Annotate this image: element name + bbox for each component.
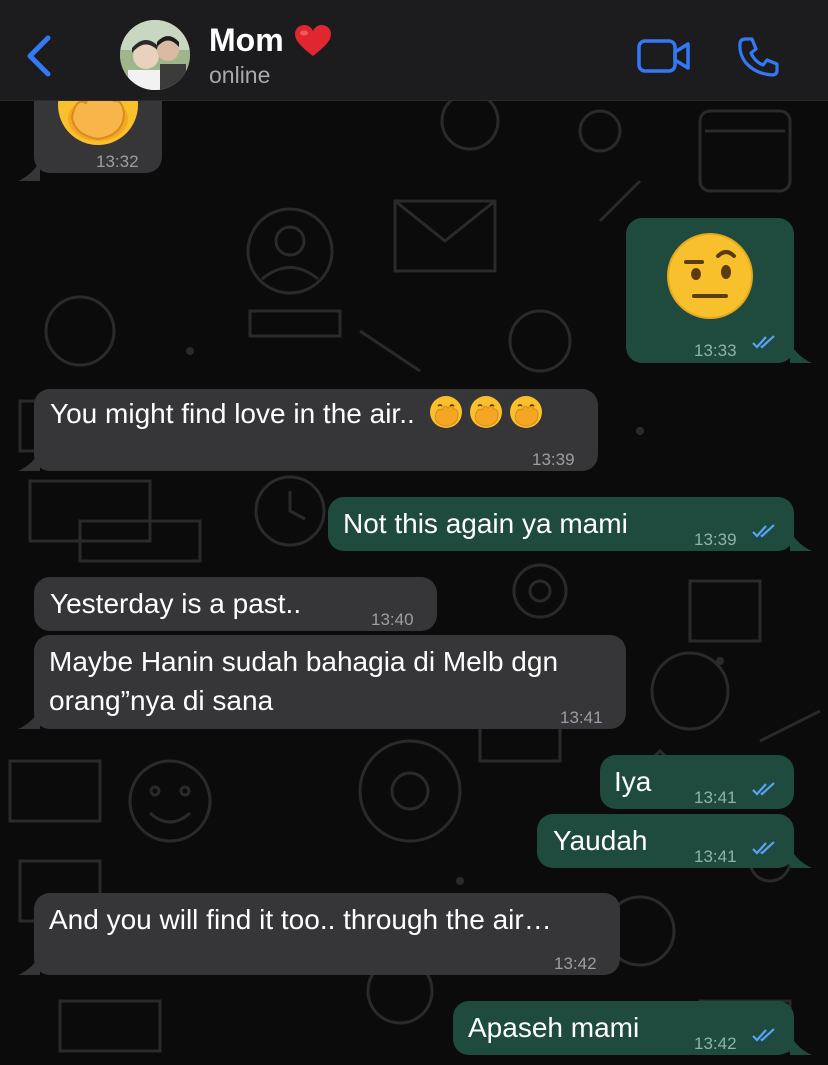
hand-over-mouth-emoji: [469, 396, 502, 428]
bubble-tail: [790, 848, 812, 868]
bubble-tail: [18, 709, 40, 729]
message-bubble-outgoing[interactable]: Not this again ya mami 13:39: [328, 497, 794, 551]
contact-name[interactable]: Mom: [209, 22, 284, 59]
message-text: Iya: [614, 766, 652, 797]
bubble-tail: [790, 343, 812, 363]
message-text: Not this again ya mami: [343, 508, 628, 539]
message-bubble-outgoing[interactable]: Iya 13:41: [600, 755, 794, 809]
message-text: Yesterday is a past..: [50, 588, 302, 619]
contact-status: online: [209, 62, 271, 88]
hand-over-mouth-emoji: [58, 101, 138, 145]
message-text-line-2: orang”nya di sana: [49, 685, 274, 716]
bubble-tail: [790, 531, 812, 551]
message-text: And you will find it too.. through the a…: [49, 904, 552, 935]
message-time: 13:42: [554, 954, 597, 973]
read-receipt-icon: [752, 782, 775, 796]
read-receipt-icon: [752, 524, 775, 538]
message-bubble-outgoing[interactable]: Yaudah 13:41: [537, 814, 794, 868]
bubble-tail: [18, 161, 40, 181]
message-bubble-incoming[interactable]: And you will find it too.. through the a…: [34, 893, 620, 975]
message-text: Yaudah: [553, 825, 648, 856]
bubble-tail: [18, 955, 40, 975]
read-receipt-icon: [752, 841, 775, 855]
chevron-left-icon[interactable]: [20, 30, 60, 80]
message-text-line-1: Maybe Hanin sudah bahagia di Melb dgn: [49, 646, 559, 677]
message-bubble-outgoing[interactable]: Apaseh mami 13:42: [453, 1001, 794, 1055]
message-time: 13:41: [560, 708, 603, 727]
message-time: 13:39: [694, 530, 737, 549]
message-text: Apaseh mami: [468, 1012, 640, 1043]
hand-over-mouth-emoji: [509, 396, 542, 428]
bubble-tail: [790, 1035, 812, 1055]
message-time: 13:41: [694, 847, 737, 866]
message-bubble-outgoing[interactable]: 13:33: [626, 218, 794, 363]
red-heart-icon: [294, 24, 331, 56]
avatar[interactable]: [120, 20, 190, 90]
message-time: 13:39: [532, 450, 575, 469]
video-call-icon[interactable]: [636, 36, 692, 76]
message-bubble-incoming[interactable]: You might find love in the air.. 13:39: [34, 389, 598, 471]
phone-call-icon[interactable]: [736, 35, 780, 79]
message-time: 13:33: [694, 341, 737, 360]
read-receipt-icon: [752, 1028, 775, 1042]
message-bubble-incoming[interactable]: 13:32: [34, 101, 162, 173]
chat-header: Mom online: [0, 0, 828, 101]
message-time: 13:40: [371, 610, 414, 629]
message-bubble-incoming[interactable]: Yesterday is a past.. 13:40: [34, 577, 437, 631]
message-time: 13:32: [96, 152, 139, 171]
message-list[interactable]: 13:32 13:33 You might find love in the a…: [0, 101, 828, 1065]
hand-over-mouth-emoji: [429, 396, 462, 428]
raised-eyebrow-emoji: [667, 233, 753, 319]
bubble-tail: [18, 451, 40, 471]
message-bubble-incoming[interactable]: Maybe Hanin sudah bahagia di Melb dgn or…: [34, 635, 626, 729]
message-time: 13:42: [694, 1034, 737, 1053]
read-receipt-icon: [752, 335, 775, 349]
message-time: 13:41: [694, 788, 737, 807]
message-text: You might find love in the air..: [50, 395, 543, 433]
